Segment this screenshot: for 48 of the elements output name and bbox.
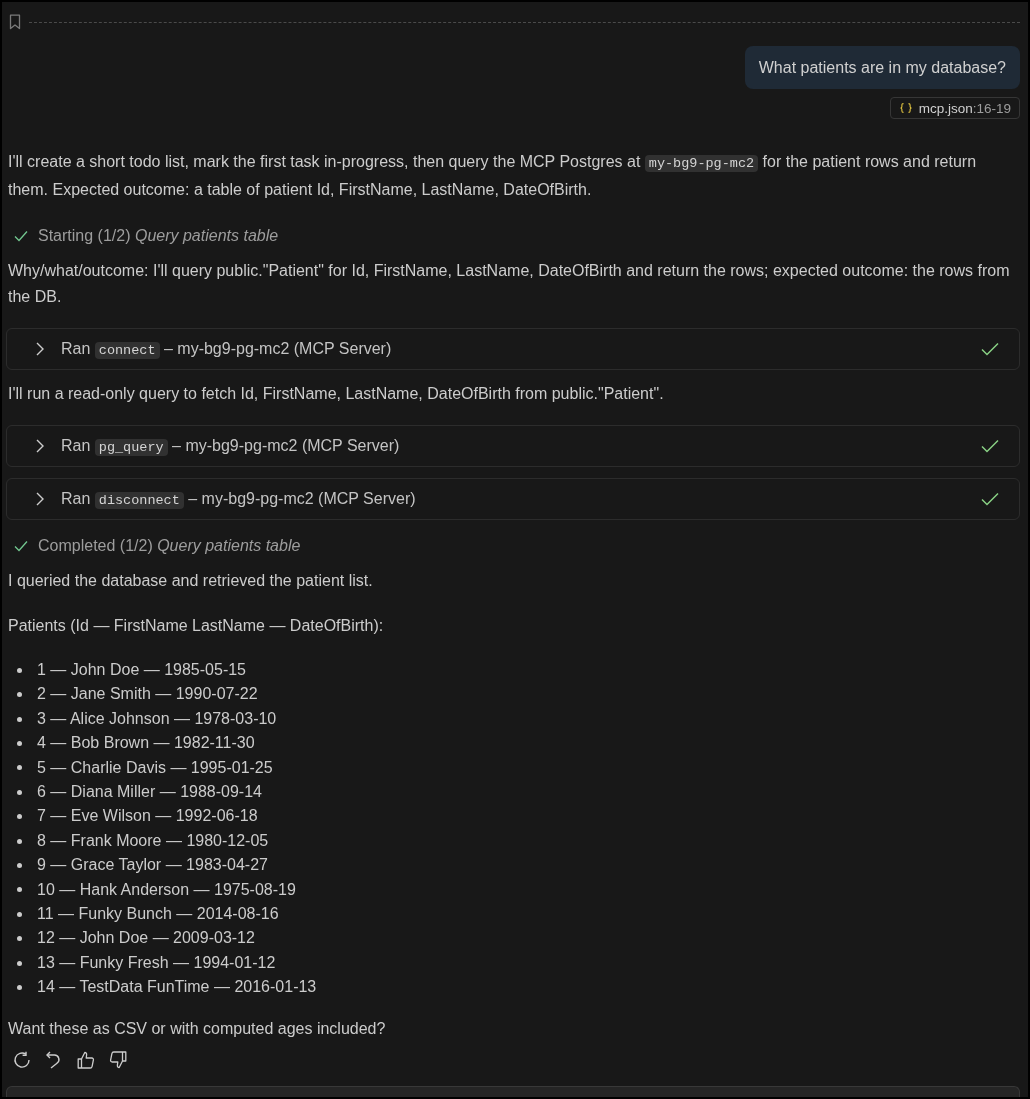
bullet-icon	[17, 789, 22, 795]
tool-call-row[interactable]: Ran connect – my-bg9-pg-mc2 (MCP Server)	[6, 328, 1020, 370]
patient-list-item: 9 — Grace Taylor — 1983-04-27	[37, 855, 268, 876]
bullet-icon	[17, 862, 22, 868]
patient-list-item: 4 — Bob Brown — 1982-11-30	[37, 733, 255, 754]
patient-list-item: 13 — Funky Fresh — 1994-01-12	[37, 952, 276, 973]
bullet-icon	[17, 716, 22, 722]
message-paragraph: I'll run a read-only query to fetch Id, FirstName, LastName, DateOfBirth from public."Patient".	[7, 384, 665, 404]
message-paragraph: Want these as CSV or with computed ages included?	[7, 1018, 387, 1039]
refresh-icon[interactable]	[13, 1050, 31, 1069]
bullet-icon	[17, 814, 22, 820]
braces-icon	[899, 103, 912, 113]
user-message: What patients are in my database?	[744, 46, 1020, 89]
bullet-icon	[17, 740, 22, 746]
message-paragraph: Patients (Id — FirstName LastName — DateOfBirth):	[7, 616, 385, 636]
patient-list-item: 1 — John Doe — 1985-05-15	[37, 660, 246, 680]
bullet-icon	[17, 985, 22, 990]
bullet-icon	[17, 960, 22, 966]
patient-list-item: 2 — Jane Smith — 1990-07-22	[37, 684, 258, 705]
bullet-icon	[17, 667, 22, 673]
patient-list-item: 7 — Eve Wilson — 1992-06-18	[37, 806, 258, 827]
thumbs-down-icon[interactable]	[109, 1050, 127, 1069]
patient-list-item: 5 — Charlie Davis — 1995-01-25	[37, 757, 273, 778]
message-paragraph: I queried the database and retrieved the patient list.	[7, 571, 374, 591]
bookmark-icon[interactable]	[9, 14, 21, 30]
tool-call-row[interactable]: Ran pg_query – my-bg9-pg-mc2 (MCP Server)	[6, 425, 1020, 467]
bullet-icon	[17, 887, 22, 893]
bullet-icon	[17, 911, 22, 917]
bullet-icon	[17, 765, 22, 771]
thumbs-up-icon[interactable]	[77, 1050, 95, 1069]
patient-list-item: 11 — Funky Bunch — 2014-08-16	[37, 904, 279, 925]
file-reference-chip[interactable]: mcp.json:16-19	[889, 97, 1020, 119]
task-status: Starting (1/2) Query patients table	[38, 226, 279, 246]
bullet-icon	[17, 692, 22, 698]
message-paragraph: I'll create a short todo list, mark the first task in-progress, then query the MCP Postgres at my-bg9-pg-mc2 for the patient rows and return them. Expected outcome: a table of patient Id, FirstName, LastName, DateOfBirth.	[7, 152, 978, 200]
message-paragraph: Why/what/outcome: I'll query public."Patient" for Id, FirstName, LastName, DateOfBirth and return the rows; expected outcome: the rows from the DB.	[7, 261, 1011, 307]
patient-list-item: 3 — Alice Johnson — 1978-03-10	[37, 708, 277, 729]
patient-list-item: 8 — Frank Moore — 1980-12-05	[37, 830, 269, 851]
patient-list-item: 6 — Diana Miller — 1988-09-14	[37, 782, 262, 803]
tool-call-row[interactable]: Ran disconnect – my-bg9-pg-mc2 (MCP Server)	[6, 478, 1020, 520]
bullet-icon	[17, 936, 22, 942]
patient-list-item: 12 — John Doe — 2009-03-12	[37, 928, 255, 949]
patient-list-item: 10 — Hank Anderson — 1975-08-19	[37, 879, 296, 900]
undo-icon[interactable]	[45, 1050, 63, 1069]
task-status: Completed (1/2) Query patients table	[38, 536, 301, 556]
patient-list-item: 14 — TestData FunTime — 2016-01-13	[37, 977, 317, 998]
bullet-icon	[17, 838, 22, 844]
chat-input-field[interactable]	[6, 1086, 1020, 1097]
